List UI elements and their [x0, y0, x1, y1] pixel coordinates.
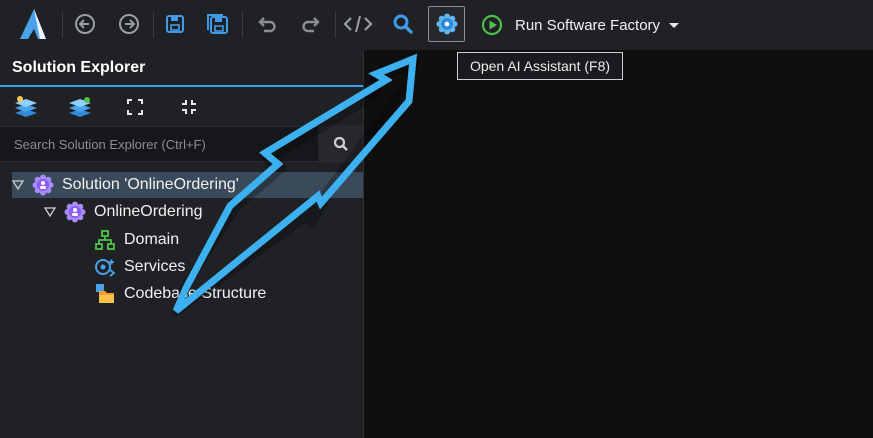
- solution-explorer-title: Solution Explorer: [0, 50, 363, 87]
- save-all-icon: [207, 14, 228, 34]
- search-input[interactable]: [0, 127, 318, 161]
- tree-item-label: Services: [124, 258, 186, 275]
- toolbar-separator: [62, 12, 63, 38]
- tree-item-domain[interactable]: Domain: [94, 227, 179, 253]
- tree-item-label: Solution 'OnlineOrdering': [62, 176, 239, 193]
- save-all-button[interactable]: [203, 8, 233, 40]
- tree-item-solution[interactable]: Solution 'OnlineOrdering': [12, 172, 363, 198]
- toolbar-separator: [153, 12, 154, 38]
- ai-assistant-icon: [436, 13, 457, 35]
- collapse-all-button[interactable]: [175, 94, 203, 120]
- tree-item-services[interactable]: Services: [94, 254, 185, 280]
- back-button[interactable]: [70, 8, 100, 40]
- expand-all-button[interactable]: [121, 94, 149, 120]
- code-icon: [343, 15, 373, 33]
- search-submit-button[interactable]: [318, 127, 363, 161]
- solution-explorer-panel: Solution Explorer Solution 'OnlineOrderi…: [0, 50, 364, 438]
- new-solution-button[interactable]: [12, 94, 40, 120]
- search-button[interactable]: [388, 8, 418, 40]
- ai-assistant-button[interactable]: [428, 6, 465, 42]
- open-solution-button[interactable]: [66, 94, 94, 120]
- solution-explorer-search: [0, 126, 363, 162]
- redo-button[interactable]: [297, 8, 327, 40]
- app-logo-icon[interactable]: [17, 8, 51, 40]
- hierarchy-icon: [94, 229, 116, 251]
- solution-icon: [32, 174, 54, 196]
- layers-add-icon: [15, 96, 37, 117]
- tree-item-label: Domain: [124, 231, 180, 248]
- toolbar-separator: [335, 12, 336, 38]
- undo-button[interactable]: [251, 8, 281, 40]
- tree-item-label: OnlineOrdering: [94, 203, 203, 220]
- chevron-down-icon[interactable]: [669, 22, 680, 28]
- search-icon: [333, 136, 348, 151]
- main-toolbar: Run Software Factory: [0, 0, 873, 51]
- expand-toggle-icon[interactable]: [12, 179, 24, 191]
- tree-item-project[interactable]: OnlineOrdering: [44, 199, 203, 225]
- play-circle-icon: [481, 14, 503, 36]
- arrow-left-circle-icon: [75, 14, 95, 34]
- editor-area: [364, 50, 873, 438]
- redo-icon: [302, 17, 320, 33]
- tree-item-label: Codebase Structure: [124, 285, 267, 302]
- code-view-button[interactable]: [343, 8, 373, 40]
- services-icon: [94, 256, 116, 278]
- run-software-factory-label: Run Software Factory: [515, 16, 661, 34]
- arrow-right-circle-icon: [119, 14, 139, 34]
- search-icon: [393, 14, 413, 34]
- expand-toggle-icon[interactable]: [44, 206, 56, 218]
- ai-assistant-tooltip: Open AI Assistant (F8): [457, 52, 623, 80]
- collapse-icon: [182, 100, 196, 114]
- run-software-factory-button[interactable]: Run Software Factory: [481, 12, 680, 38]
- forward-button[interactable]: [114, 8, 144, 40]
- codebase-folder-icon: [94, 283, 116, 305]
- project-icon: [64, 201, 86, 223]
- tree-item-codebase-structure[interactable]: Codebase Structure: [94, 281, 266, 307]
- save-button[interactable]: [160, 8, 190, 40]
- toolbar-separator: [242, 12, 243, 38]
- save-icon: [166, 15, 184, 33]
- expand-icon: [127, 99, 143, 115]
- solution-explorer-toolbar: [0, 89, 363, 125]
- undo-icon: [258, 17, 276, 33]
- layers-icon: [69, 97, 91, 117]
